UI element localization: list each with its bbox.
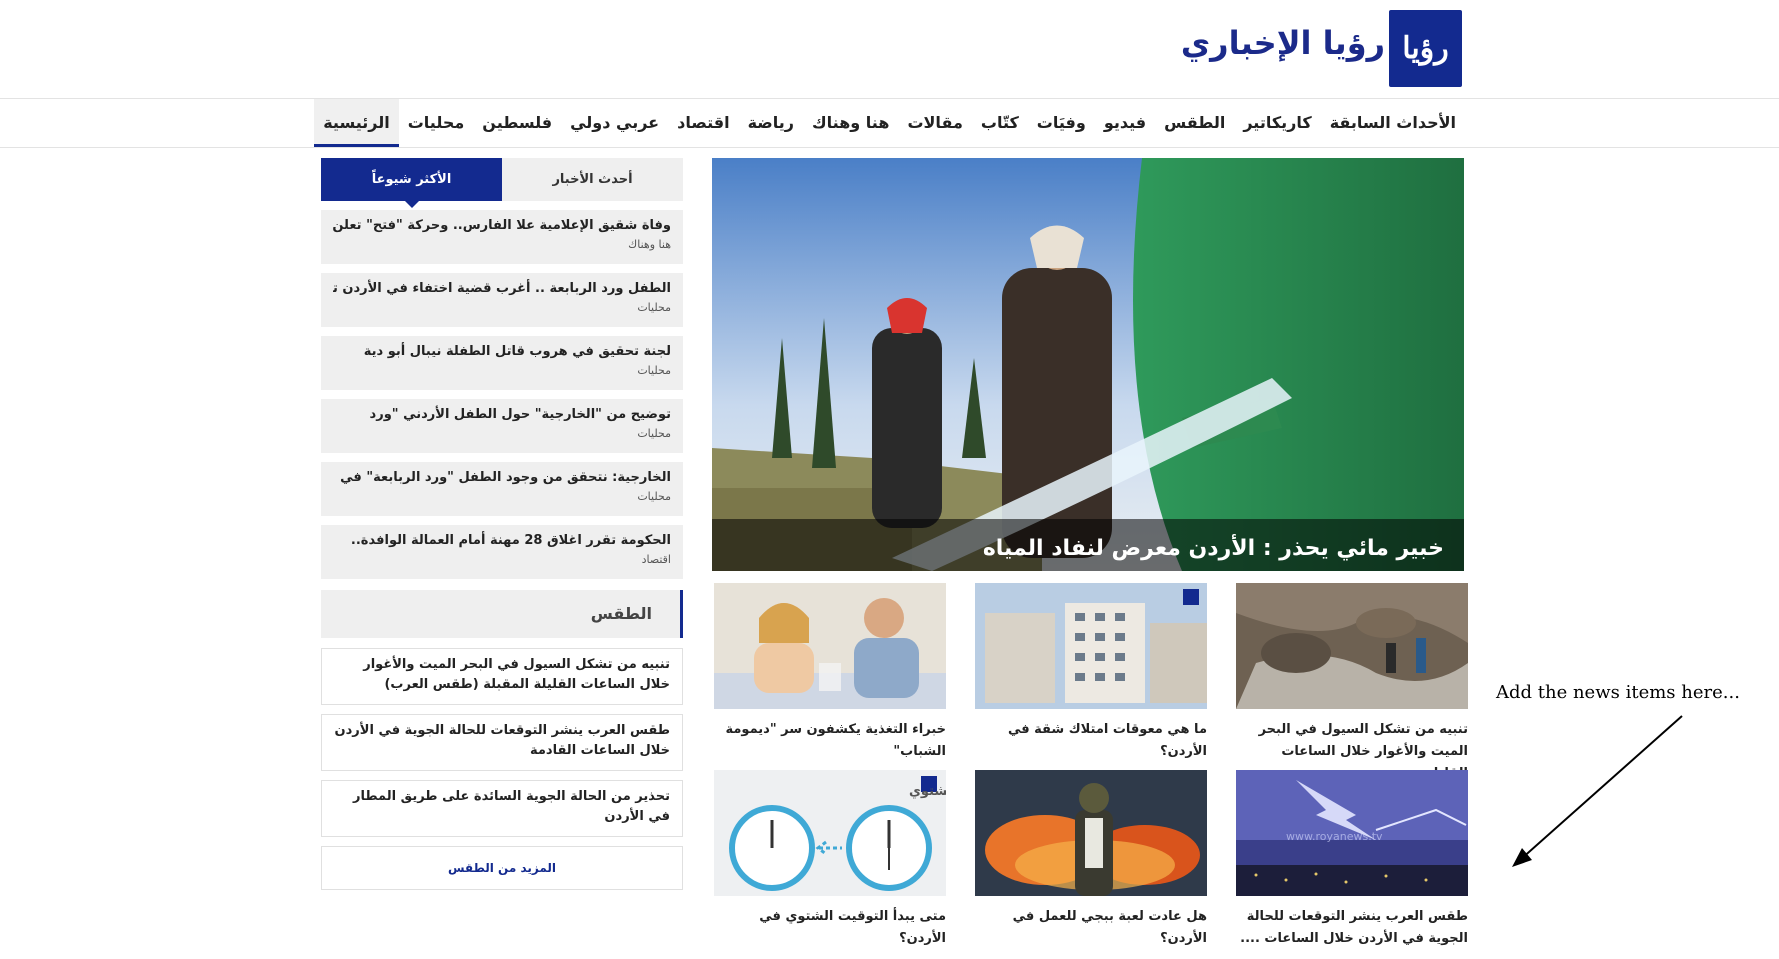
nav-item-caricature[interactable]: كاريكاتير [1234,99,1320,147]
nav-item-video[interactable]: فيديو [1095,99,1155,147]
sidebar-tabs: الأكثر شيوعاً أحدث الأخبار [321,158,683,208]
hero-title[interactable]: خبير مائي يحذر : الأردن معرض لنفاد الميا… [983,536,1444,561]
popular-item-title: توضيح من "الخارجية" حول الطفل الأردني "و… [369,407,671,422]
popular-item[interactable]: الخارجية: نتحقق من وجود الطفل "ورد الربا… [321,462,683,516]
news-card-title[interactable]: متى يبدأ التوقيت الشتوي في الأردن؟ [714,906,946,950]
popular-item-title: لجنة تحقيق في هروب قاتل الطفلة نيبال أبو… [363,344,671,359]
watermark-text: www.royanews.tv [1286,830,1383,843]
nav-item-past-events[interactable]: الأحداث السابقة [1321,99,1465,147]
popular-item-title: الطفل ورد الربابعة .. أغرب قضية اختفاء ف… [333,281,671,296]
news-card-title[interactable]: خبراء التغذية يكشفون سر "ديمومة الشباب" [714,719,947,763]
news-card-title[interactable]: طقس العرب ينشر التوقعات للحالة الجوية في… [1236,906,1468,950]
news-card-image [975,583,1207,709]
weather-item[interactable]: تحذير من الحالة الجوية السائدة على طريق … [321,780,683,837]
hero-image [712,158,1464,571]
annotation-text: Add the news items here... [1496,682,1740,703]
annotation-arrow-icon [1512,715,1683,867]
popular-item-category: اقتصاد [641,553,671,566]
nav-item-home[interactable]: الرئيسية [314,99,399,147]
weather-item[interactable]: طقس العرب ينشر التوقعات للحالة الجوية في… [321,714,683,771]
weather-item[interactable]: تنبيه من تشكل السيول في البحر الميت والأ… [321,648,683,705]
news-card-title[interactable]: هل عادت لعبة ببجي للعمل في الأردن؟ [975,906,1207,950]
tab-most-popular[interactable]: الأكثر شيوعاً [321,158,502,208]
nav-item-weather[interactable]: الطقس [1155,99,1234,147]
site-header: رؤيا رؤيا الإخباري [0,0,1779,98]
site-name[interactable]: رؤيا الإخباري [1181,18,1385,68]
clock-icon [729,805,815,891]
clock-icon [846,805,932,891]
nav-item-local[interactable]: محليات [399,99,474,147]
nav-item-here-and-there[interactable]: هنا وهناك [803,99,898,147]
popular-item[interactable]: الطفل ورد الربابعة .. أغرب قضية اختفاء ف… [321,273,683,327]
popular-item-title: الحكومة تقرر اغلاق 28 مهنة أمام العمالة … [350,533,671,548]
news-card-image: www.royanews.tv [1236,770,1468,896]
logo-mark[interactable]: رؤيا [1389,10,1462,87]
popular-item[interactable]: الحكومة تقرر اغلاق 28 مهنة أمام العمالة … [321,525,683,579]
popular-item[interactable]: وفاة شقيق الإعلامية علا الفارس.. وحركة "… [321,210,683,264]
nav-item-articles[interactable]: مقالات [898,99,971,147]
popular-item-category: محليات [637,427,671,440]
weather-list: تنبيه من تشكل السيول في البحر الميت والأ… [321,648,683,846]
popular-item-category: محليات [637,364,671,377]
main-nav: الرئيسية محليات فلسطين عربي دولي اقتصاد … [0,98,1779,148]
nav-list: الرئيسية محليات فلسطين عربي دولي اقتصاد … [314,99,1465,147]
news-card-image [975,770,1207,896]
nav-item-palestine[interactable]: فلسطين [473,99,561,147]
clock-caption: التوقيت الشتوي [909,784,946,799]
nav-item-sports[interactable]: رياضة [739,99,803,147]
popular-item-category: محليات [637,490,671,503]
popular-item-title: الخارجية: نتحقق من وجود الطفل "ورد الربا… [340,470,671,485]
nav-item-economy[interactable]: اقتصاد [668,99,738,147]
popular-item[interactable]: لجنة تحقيق في هروب قاتل الطفلة نيبال أبو… [321,336,683,390]
news-card-image: التوقيت الشتوي [714,770,946,896]
news-card-title[interactable]: ما هي معوقات امتلاك شقة في الأردن؟ [975,719,1207,763]
nav-item-writers[interactable]: كتّاب [972,99,1028,147]
logo-mark-text: رؤيا [1402,31,1449,66]
popular-item-category: هنا وهناك [628,238,671,251]
weather-heading[interactable]: الطقس [321,590,683,638]
nav-item-arab-world[interactable]: عربي دولي [561,99,668,147]
news-card-image [714,583,946,709]
hero-story[interactable]: خبير مائي يحذر : الأردن معرض لنفاد الميا… [712,158,1464,571]
popular-item-title: وفاة شقيق الإعلامية علا الفارس.. وحركة "… [333,218,671,233]
tab-latest-news[interactable]: أحدث الأخبار [502,158,683,201]
popular-item[interactable]: توضيح من "الخارجية" حول الطفل الأردني "و… [321,399,683,453]
more-weather-button[interactable]: المزيد من الطقس [321,846,683,890]
news-card-image [1236,583,1468,709]
popular-item-category: محليات [637,301,671,314]
popular-list: وفاة شقيق الإعلامية علا الفارس.. وحركة "… [321,210,683,588]
nav-item-obituaries[interactable]: وفيَات [1028,99,1095,147]
